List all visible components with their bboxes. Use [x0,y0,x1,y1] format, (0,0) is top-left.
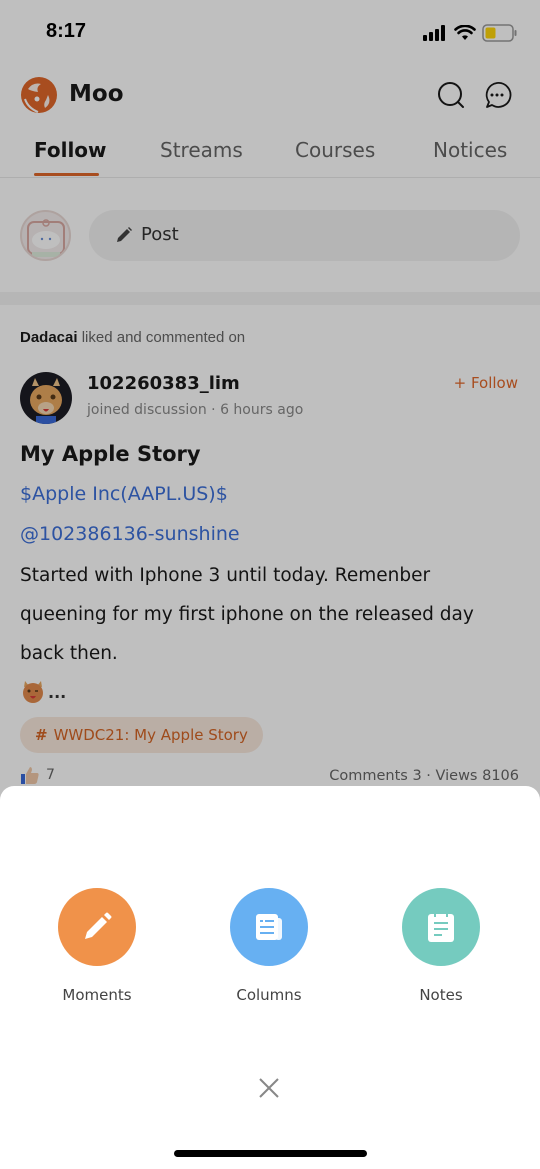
create-bottom-sheet: Moments Columns Notes [0,786,540,1169]
app-screen: 8:17 Moo Follow Streams Courses Notices … [0,0,540,1169]
notes-icon-circle [402,888,480,966]
notes-label: Notes [419,986,463,1004]
home-indicator[interactable] [174,1150,367,1157]
columns-option[interactable]: Columns [209,888,329,1008]
newspaper-icon [256,914,282,940]
columns-label: Columns [236,986,302,1004]
columns-icon-circle [230,888,308,966]
moments-icon-circle [58,888,136,966]
notes-option[interactable]: Notes [381,888,501,1008]
close-icon[interactable] [255,1074,283,1102]
notepad-icon [428,911,454,942]
moments-option[interactable]: Moments [37,888,157,1008]
moments-label: Moments [62,986,132,1004]
pencil-icon [85,912,112,939]
